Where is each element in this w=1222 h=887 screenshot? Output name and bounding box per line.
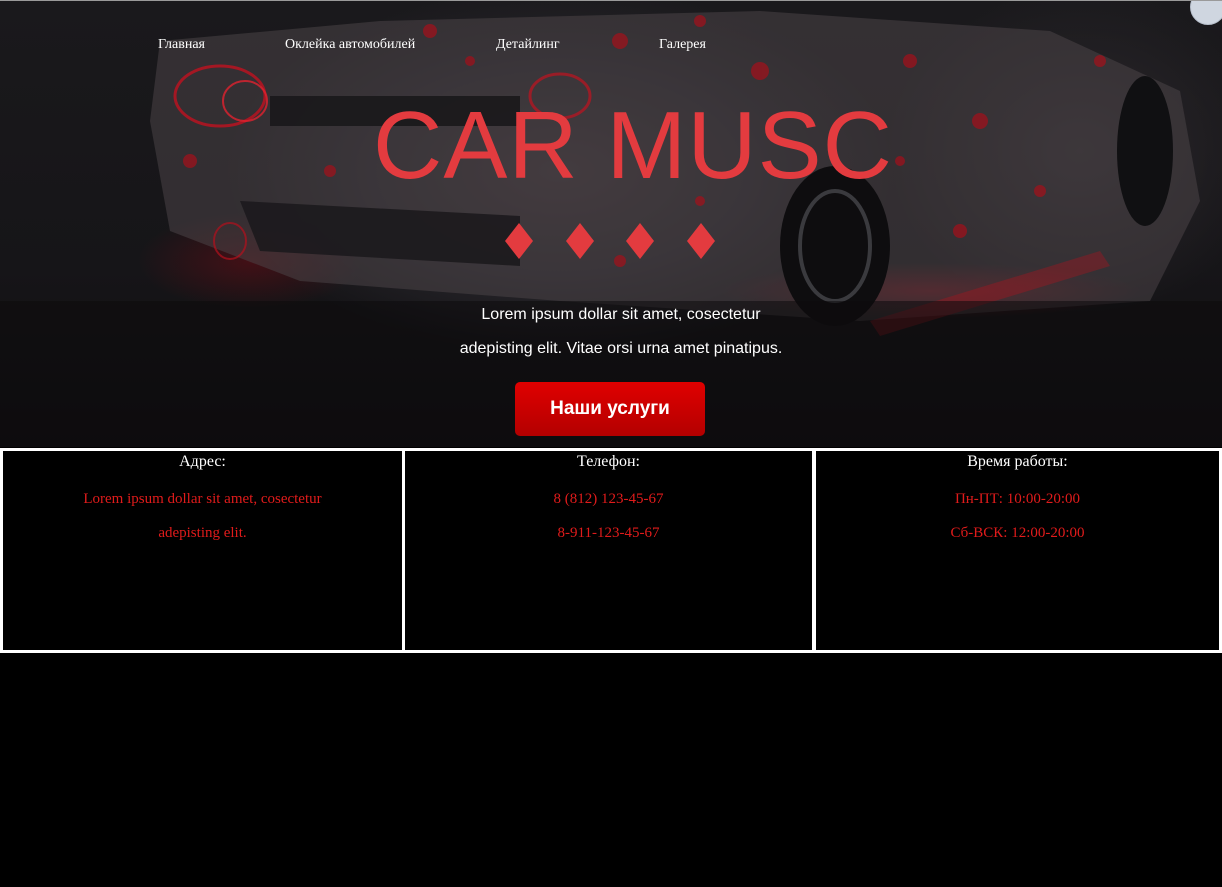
services-button[interactable]: Наши услуги [515,382,705,436]
hero-section: Главная Оклейка автомобилей Детайлинг Га… [0,1,1222,447]
nav-item-detailing[interactable]: Детайлинг [496,37,560,53]
address-line: adepisting elit. [158,525,247,541]
hero-description-line: adepisting elit. Vitae orsi urna amet pi… [459,340,783,357]
nav-item-home[interactable]: Главная [158,37,205,53]
nav-item-gallery[interactable]: Галерея [659,37,706,53]
diamond-icon [626,223,655,259]
hours-weekdays: Пн-ПТ: 10:00-20:00 [954,491,1081,507]
hero-description: Lorem ipsum dollar sit amet, cosectetur … [0,298,1222,366]
diamond-icon [686,223,715,259]
decor-diamonds [505,223,715,259]
site-title: CAR MUSC [372,92,893,199]
phone-number[interactable]: 8 (812) 123-45-67 [405,482,812,516]
hero-description-line: Lorem ipsum dollar sit amet, cosectetur [481,306,761,323]
phone-heading: Телефон: [577,453,640,470]
phone-block: Телефон: 8 (812) 123-45-67 8-911-123-45-… [402,448,815,653]
nav-item-wrapping[interactable]: Оклейка автомобилей [285,37,415,53]
diamond-icon [505,223,533,259]
main-nav: Главная Оклейка автомобилей Детайлинг Га… [0,37,1222,57]
hours-heading: Время работы: [967,453,1068,470]
diamond-icon [565,223,594,259]
address-heading: Адрес: [179,453,226,470]
hours-weekend: Сб-ВСК: 12:00-20:00 [950,525,1085,541]
address-line: Lorem ipsum dollar sit amet, cosectetur [83,491,322,507]
address-block: Адрес: Lorem ipsum dollar sit amet, cose… [0,448,405,653]
hours-block: Время работы: Пн-ПТ: 10:00-20:00 Сб-ВСК:… [813,448,1222,653]
phone-number[interactable]: 8-911-123-45-67 [405,516,812,550]
